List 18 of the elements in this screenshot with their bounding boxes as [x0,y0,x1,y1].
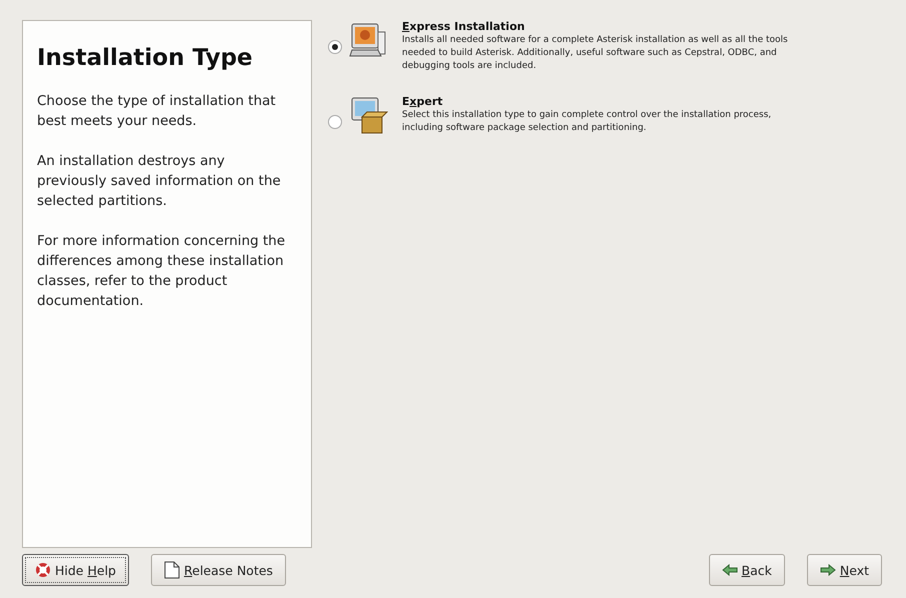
option-description: Select this installation type to gain complete control over the installation process, including software package selection and partitioning. [402,109,772,135]
help-title: Installation Type [37,45,254,71]
option-description: Installs all needed software for a complete Asterisk installation as well as all the tools needed to build Asterisk. Additionally, useful software such as Cepstral, ODBC, and debugging tools are included. [402,34,789,73]
release-notes-button[interactable]: Release Notes [151,554,286,586]
right-arrow-icon [820,564,836,576]
back-button[interactable]: Back [708,554,785,586]
help-paragraph: An installation destroys any previously saved information on the selected partitions. [37,152,282,211]
radio-button[interactable] [328,115,342,129]
option-title: Expert [402,95,444,108]
hide-help-button[interactable]: Hide Help [22,554,129,586]
lifebuoy-icon [35,562,51,578]
radio-button[interactable] [328,40,342,54]
document-icon [164,561,180,579]
help-paragraph: Choose the type of installation that best meets your needs. [37,92,277,131]
help-paragraph: For more information concerning the differences among these installation classes, refer to the product documentation. [37,232,286,311]
left-arrow-icon [722,564,738,576]
option-title: Express Installation [402,20,526,33]
next-button[interactable]: Next [806,554,882,586]
